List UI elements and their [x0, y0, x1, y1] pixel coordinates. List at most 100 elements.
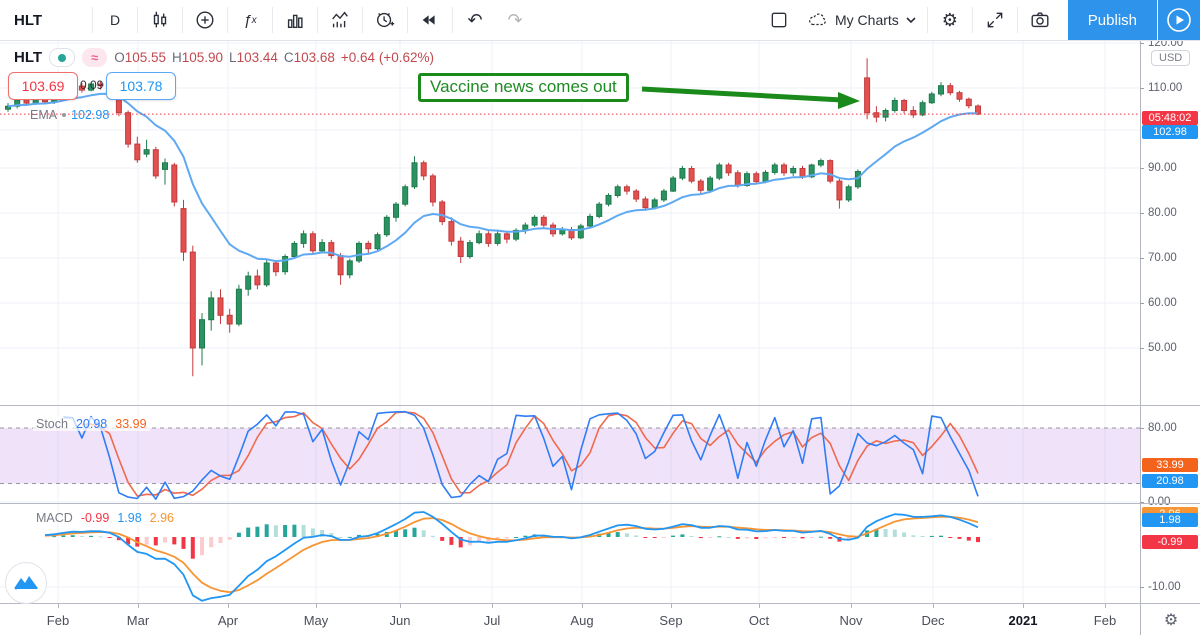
price-axis-label: 70.00 [1148, 252, 1177, 264]
time-tick [933, 604, 934, 608]
redo-icon[interactable]: ↷ [495, 0, 535, 40]
annotation-arrowhead-icon [838, 92, 860, 109]
price-axis-label: 90.00 [1148, 162, 1177, 174]
top-toolbar: HLT D ƒx [0, 0, 1200, 41]
time-axis-label: Oct [749, 613, 769, 628]
panel-separator[interactable] [0, 603, 1200, 604]
axis-tick [1140, 258, 1144, 259]
panel-separator[interactable] [0, 503, 1200, 504]
divider [452, 7, 453, 33]
time-axis-corner: ⚙ [1140, 604, 1200, 635]
axis-tick [1140, 213, 1144, 214]
approx-toggle-pill[interactable]: ≈ [82, 48, 107, 67]
stoch-axis-label: 80.00 [1148, 422, 1177, 434]
axis-tick [1140, 348, 1144, 349]
divider [92, 7, 93, 33]
chart-legend: HLT ≈ O105.55 H105.90 L103.44 C103.68 +0… [14, 48, 434, 67]
dot-icon [62, 113, 66, 117]
macd-name: MACD [36, 511, 73, 525]
price-axis[interactable]: USD 120.00110.0090.0080.0070.0060.0050.0… [1140, 40, 1200, 605]
fundamentals-columns-icon[interactable] [275, 0, 315, 40]
status-dot-icon [58, 54, 66, 62]
axis-tick [1140, 428, 1144, 429]
panel-separator[interactable] [0, 405, 1200, 406]
price-axis-label: 110.00 [1148, 82, 1182, 94]
time-tick [58, 604, 59, 608]
fullscreen-icon[interactable] [975, 0, 1015, 40]
ema-legend[interactable]: EMA 102.98 [30, 108, 109, 122]
time-axis-label: Jul [484, 613, 501, 628]
time-axis-label: Apr [218, 613, 238, 628]
bar-close-countdown-chip: 05:48:02 [1142, 111, 1198, 125]
time-tick [851, 604, 852, 608]
trade-buttons: 103.69 0.09 103.78 [8, 72, 176, 100]
time-axis[interactable]: FebMarAprMayJunJulAugSepOctNovDec2021Feb [0, 604, 1140, 635]
currency-badge[interactable]: USD [1151, 50, 1190, 66]
axis-tick [1140, 88, 1144, 89]
legend-symbol[interactable]: HLT [14, 49, 42, 66]
axis-settings-gear-icon[interactable]: ⚙ [1164, 610, 1178, 630]
time-tick [582, 604, 583, 608]
time-tick [138, 604, 139, 608]
time-axis-label: Mar [127, 613, 149, 628]
time-tick [759, 604, 760, 608]
time-axis-label: Dec [921, 613, 944, 628]
divider [407, 7, 408, 33]
divider [1017, 7, 1018, 33]
time-tick [671, 604, 672, 608]
macd-line-chip: 1.98 [1142, 513, 1198, 527]
snapshot-camera-icon[interactable] [1020, 0, 1060, 40]
cloud-icon [807, 10, 829, 31]
divider [137, 7, 138, 33]
my-charts-label: My Charts [835, 12, 899, 28]
macd-axis-label: -10.00 [1148, 581, 1181, 593]
time-axis-label: Sep [659, 613, 682, 628]
alert-clock-icon[interactable] [365, 0, 405, 40]
divider [317, 7, 318, 33]
price-axis-label: 60.00 [1148, 297, 1177, 309]
bar-replay-icon[interactable] [410, 0, 450, 40]
buy-button[interactable]: 103.78 [106, 72, 176, 100]
macd-signal-value: 2.96 [150, 511, 174, 525]
interval-button[interactable]: D [95, 0, 135, 40]
divider [362, 7, 363, 33]
axis-tick [1140, 168, 1144, 169]
axis-tick [1140, 303, 1144, 304]
forecast-icon[interactable] [320, 0, 360, 40]
indicators-fx-icon[interactable]: ƒx [230, 0, 270, 40]
candlestick-series [6, 58, 981, 376]
time-axis-label: Feb [47, 613, 69, 628]
source-toggle-pill[interactable] [49, 48, 75, 67]
stoch-d-chip: 33.99 [1142, 458, 1198, 472]
time-axis-label: Aug [570, 613, 593, 628]
my-charts-menu[interactable]: My Charts [799, 10, 925, 31]
settings-gear-icon[interactable]: ⚙ [930, 0, 970, 40]
layout-select-icon[interactable] [759, 0, 799, 40]
toolbar-left-group: HLT D ƒx [0, 0, 535, 40]
undo-icon[interactable]: ↶ [455, 0, 495, 40]
stoch-name: Stoch [36, 417, 68, 431]
stoch-legend[interactable]: Stoch 20.98 33.99 [33, 417, 150, 431]
symbol-button[interactable]: HLT [0, 12, 90, 29]
macd-hist-chip: -0.99 [1142, 535, 1198, 549]
time-axis-label: Nov [839, 613, 862, 628]
compare-add-icon[interactable] [185, 0, 225, 40]
divider [272, 7, 273, 33]
vaccine-annotation[interactable]: Vaccine news comes out [418, 73, 629, 102]
time-tick [400, 604, 401, 608]
chevron-down-icon [905, 16, 917, 24]
ema-value: 102.98 [71, 108, 109, 122]
publish-play-button[interactable] [1158, 0, 1200, 40]
tradingview-logo[interactable] [5, 562, 47, 604]
sell-button[interactable]: 103.69 [8, 72, 78, 100]
stoch-k-chip: 20.98 [1142, 474, 1198, 488]
divider [972, 7, 973, 33]
stoch-k-value: 20.98 [76, 417, 107, 431]
divider [182, 7, 183, 33]
time-tick [316, 604, 317, 608]
macd-legend[interactable]: MACD -0.99 1.98 2.96 [33, 511, 177, 525]
time-axis-label: Jun [390, 613, 411, 628]
candlestick-style-icon[interactable] [140, 0, 180, 40]
macd-line-value: 1.98 [117, 511, 141, 525]
publish-button[interactable]: Publish [1068, 0, 1157, 40]
